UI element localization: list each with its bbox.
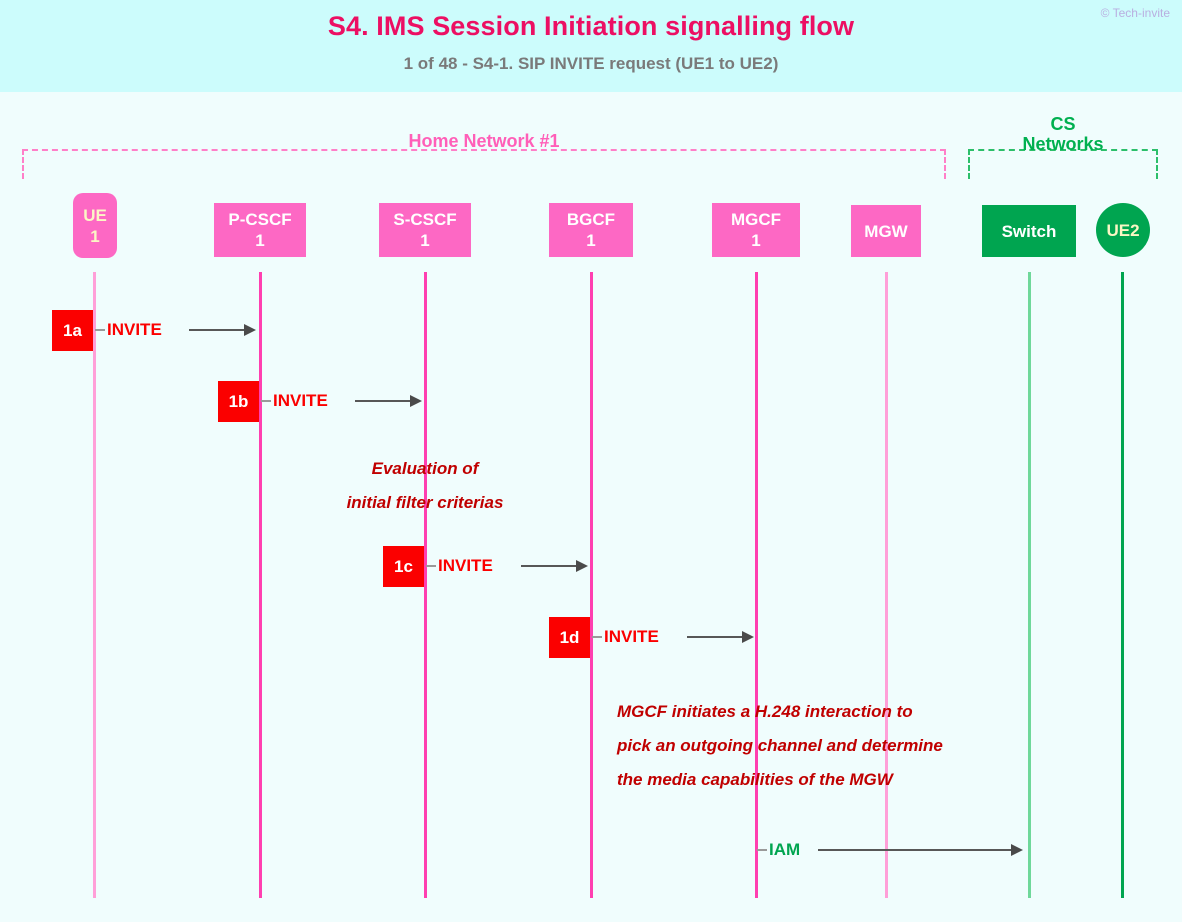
message-1a-dash (95, 329, 105, 331)
message-1d-seq[interactable]: 1d (549, 617, 590, 658)
message-1d-dash (592, 636, 602, 638)
entity-ue1[interactable]: UE 1 (73, 193, 117, 258)
signalling-flow-diagram: S4. IMS Session Initiation signalling fl… (0, 0, 1182, 922)
note-ifc-line2: initial filter criterias (346, 493, 504, 512)
message-1a-label: INVITE (107, 320, 162, 339)
entity-mgcf1-number: 1 (751, 231, 761, 250)
entity-ue2-name: UE2 (1106, 220, 1140, 240)
entity-bgcf1[interactable]: BGCF 1 (549, 203, 633, 257)
lifeline-mgcf1 (755, 272, 758, 898)
home-network-label: Home Network #1 (408, 131, 560, 151)
message-1b-label: INVITE (273, 391, 328, 410)
note-mgcf-line3: the media capabilities of the MGW (617, 770, 893, 789)
note-ifc: Evaluation of initial filter criterias (274, 452, 576, 520)
message-iam-dash (757, 849, 767, 851)
cs-networks-label: CS Networks (998, 114, 1128, 154)
entity-switch[interactable]: Switch (982, 205, 1076, 257)
message-1c-label: INVITE (438, 556, 493, 575)
header-band: S4. IMS Session Initiation signalling fl… (0, 0, 1182, 92)
message-iam-arrow-line (818, 849, 1012, 851)
message-1b-arrow-head (410, 395, 422, 407)
message-1c-arrow-head (576, 560, 588, 572)
entity-mgcf1-name: MGCF (730, 210, 782, 229)
note-mgcf: MGCF initiates a H.248 interaction to pi… (617, 695, 943, 797)
entity-mgw[interactable]: MGW (851, 205, 921, 257)
entity-pcscf1-number: 1 (255, 231, 265, 250)
entity-scscf1-number: 1 (420, 231, 430, 250)
entity-ue1-number: 1 (90, 226, 100, 246)
message-1b-dash (261, 400, 271, 402)
entity-bgcf1-name: BGCF (566, 210, 616, 229)
message-1d-arrow-line (687, 636, 743, 638)
lifeline-switch (1028, 272, 1031, 898)
message-1b-seq[interactable]: 1b (218, 381, 259, 422)
lifeline-pcscf1 (259, 272, 262, 898)
message-iam-label: IAM (769, 840, 801, 859)
message-1a-arrow-head (244, 324, 256, 336)
message-1d-label: INVITE (604, 627, 659, 646)
page-title: S4. IMS Session Initiation signalling fl… (327, 11, 855, 41)
message-1b-arrow-line (355, 400, 411, 402)
message-1c-dash (426, 565, 436, 567)
message-1a-seq[interactable]: 1a (52, 310, 93, 351)
entity-mgcf1[interactable]: MGCF 1 (712, 203, 800, 257)
cs-networks-label-line2: Networks (1022, 134, 1104, 154)
entity-scscf1[interactable]: S-CSCF 1 (379, 203, 471, 257)
message-1c-seq[interactable]: 1c (383, 546, 424, 587)
entity-switch-name: Switch (1001, 221, 1057, 241)
lifeline-ue2 (1121, 272, 1124, 898)
message-iam-arrow-head (1011, 844, 1023, 856)
note-mgcf-line1: MGCF initiates a H.248 interaction to (617, 702, 913, 721)
page-subtitle: 1 of 48 - S4-1. SIP INVITE request (UE1 … (403, 54, 779, 73)
entity-bgcf1-number: 1 (586, 231, 596, 250)
note-ifc-line1: Evaluation of (371, 459, 479, 478)
entity-pcscf1[interactable]: P-CSCF 1 (214, 203, 306, 257)
lifeline-bgcf1 (590, 272, 593, 898)
message-1d-arrow-head (742, 631, 754, 643)
entity-ue1-name: UE (83, 205, 107, 225)
entity-ue2[interactable]: UE2 (1096, 203, 1150, 257)
cs-networks-label-line1: CS (1050, 114, 1076, 134)
note-mgcf-line2: pick an outgoing channel and determine (617, 736, 943, 755)
copyright-notice: © Tech-invite (1100, 6, 1170, 20)
lifeline-mgw (885, 272, 888, 898)
entity-scscf1-name: S-CSCF (393, 210, 457, 229)
lifeline-ue1 (93, 272, 96, 898)
lifeline-scscf1 (424, 272, 427, 898)
entity-pcscf1-name: P-CSCF (228, 210, 292, 229)
message-1a-arrow-line (189, 329, 245, 331)
message-1c-arrow-line (521, 565, 577, 567)
home-network-frame (22, 149, 946, 179)
entity-mgw-name: MGW (864, 221, 908, 241)
